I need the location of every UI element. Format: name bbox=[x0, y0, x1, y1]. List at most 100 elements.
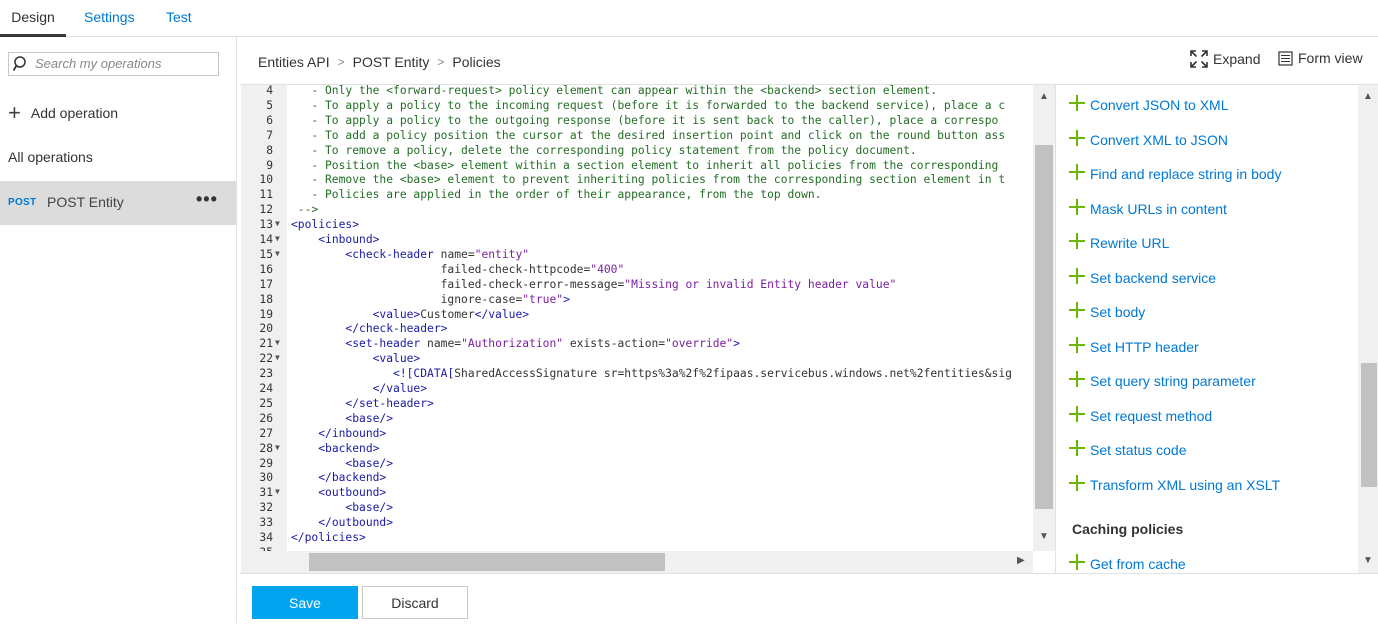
code-line[interactable]: 26 <base/> bbox=[241, 411, 1033, 426]
code-line[interactable]: 21 ▼ <set-header name="Authorization" exi… bbox=[241, 336, 1033, 351]
tab-test[interactable]: Test bbox=[166, 0, 192, 34]
code-text: - To apply a policy to the outgoing resp… bbox=[291, 113, 999, 127]
code-text: ignore-case="true"> bbox=[291, 292, 570, 306]
save-button[interactable]: Save bbox=[252, 586, 358, 619]
scroll-thumb[interactable] bbox=[309, 553, 665, 571]
code-line[interactable]: 32 <base/> bbox=[241, 500, 1033, 515]
code-line[interactable]: 11 - Policies are applied in the order o… bbox=[241, 187, 1033, 202]
code-line[interactable]: 14 ▼ <inbound> bbox=[241, 232, 1033, 247]
search-box bbox=[8, 52, 219, 76]
operation-item-post-entity[interactable]: POST POST Entity ••• bbox=[0, 181, 236, 225]
code-text: </outbound> bbox=[318, 516, 394, 530]
code-line[interactable]: 19 <value>Customer</value> bbox=[241, 307, 1033, 322]
code-line[interactable]: 18 ignore-case="true"> bbox=[241, 292, 1033, 307]
code-line[interactable]: 17 failed-check-error-message="Missing o… bbox=[241, 277, 1033, 292]
code-line[interactable]: 6 - To apply a policy to the outgoing re… bbox=[241, 113, 1033, 128]
fold-toggle-icon[interactable]: ▼ bbox=[275, 350, 280, 365]
policy-item[interactable]: Transform XML using an XSLT bbox=[1069, 474, 1280, 496]
policy-item[interactable]: Set request method bbox=[1069, 405, 1212, 427]
more-options-icon[interactable]: ••• bbox=[196, 189, 218, 210]
line-number: 7 bbox=[266, 128, 273, 142]
policy-code-editor[interactable]: 4 - Only the <forward-request> policy el… bbox=[241, 85, 1055, 573]
line-number: 22 bbox=[259, 352, 273, 366]
code-line[interactable]: 30 </backend> bbox=[241, 470, 1033, 485]
scroll-up-arrow-icon[interactable]: ▲ bbox=[1363, 91, 1373, 102]
add-policy-plus-icon bbox=[1069, 129, 1085, 146]
policy-item[interactable]: Set HTTP header bbox=[1069, 336, 1199, 358]
search-icon bbox=[13, 56, 26, 71]
policy-label: Set HTTP header bbox=[1090, 338, 1199, 355]
expand-button[interactable]: Expand bbox=[1190, 50, 1260, 68]
fold-toggle-icon[interactable]: ▼ bbox=[275, 440, 280, 455]
code-line[interactable]: 15 ▼ <check-header name="entity" bbox=[241, 247, 1033, 262]
tab-design[interactable]: Design bbox=[0, 0, 66, 37]
policy-item[interactable]: Set backend service bbox=[1069, 267, 1216, 289]
policy-item[interactable]: Convert JSON to XML bbox=[1069, 94, 1229, 116]
code-line[interactable]: 23 <![CDATA[SharedAccessSignature sr=htt… bbox=[241, 366, 1033, 381]
code-line[interactable]: 29 <base/> bbox=[241, 456, 1033, 471]
policy-item[interactable]: Find and replace string in body bbox=[1069, 163, 1281, 185]
code-line[interactable]: 4 - Only the <forward-request> policy el… bbox=[241, 85, 1033, 98]
policy-item[interactable]: Set status code bbox=[1069, 439, 1187, 461]
breadcrumb-operation[interactable]: POST Entity bbox=[353, 54, 430, 70]
search-input[interactable] bbox=[35, 55, 213, 72]
scroll-right-arrow-icon[interactable]: ▶ bbox=[1017, 555, 1025, 566]
code-line[interactable]: 31 ▼ <outbound> bbox=[241, 485, 1033, 500]
editor-vertical-scrollbar[interactable]: ▲ ▼ bbox=[1033, 85, 1055, 551]
policy-item[interactable]: Set body bbox=[1069, 301, 1146, 323]
fold-toggle-icon[interactable]: ▼ bbox=[275, 246, 280, 261]
line-number: 16 bbox=[259, 262, 273, 276]
code-line[interactable]: 20 </check-header> bbox=[241, 321, 1033, 336]
editor-footer: Save Discard bbox=[240, 573, 1378, 624]
code-line[interactable]: 10 - Remove the <base> element to preven… bbox=[241, 172, 1033, 187]
code-line[interactable]: 27 </inbound> bbox=[241, 426, 1033, 441]
form-view-button[interactable]: Form view bbox=[1278, 50, 1363, 66]
code-line[interactable]: 24 </value> bbox=[241, 381, 1033, 396]
line-number: 5 bbox=[266, 98, 273, 112]
code-text: failed-check-httpcode="400" bbox=[291, 262, 625, 276]
add-operation-button[interactable]: + Add operation bbox=[8, 101, 118, 125]
fold-toggle-icon[interactable]: ▼ bbox=[275, 335, 280, 350]
code-line[interactable]: 25 </set-header> bbox=[241, 396, 1033, 411]
policy-snippets-panel: Convert JSON to XML Convert XML to JSON Fi… bbox=[1055, 85, 1378, 573]
scroll-thumb[interactable] bbox=[1361, 363, 1377, 487]
fold-toggle-icon[interactable]: ▼ bbox=[275, 231, 280, 246]
code-line[interactable]: 5 - To apply a policy to the incoming re… bbox=[241, 98, 1033, 113]
policy-item[interactable]: Mask URLs in content bbox=[1069, 198, 1227, 220]
code-area[interactable]: 4 - Only the <forward-request> policy el… bbox=[241, 85, 1033, 551]
code-line[interactable]: 28 ▼ <backend> bbox=[241, 441, 1033, 456]
add-policy-plus-icon bbox=[1069, 95, 1085, 111]
code-line[interactable]: 33 </outbound> bbox=[241, 515, 1033, 530]
code-line[interactable]: 9 - Position the <base> element within a… bbox=[241, 158, 1033, 173]
add-policy-plus-icon bbox=[1069, 474, 1085, 491]
code-line[interactable]: 16 failed-check-httpcode="400" bbox=[241, 262, 1033, 277]
scroll-up-arrow-icon[interactable]: ▲ bbox=[1039, 91, 1049, 102]
fold-toggle-icon[interactable]: ▼ bbox=[275, 216, 280, 231]
scroll-down-arrow-icon[interactable]: ▼ bbox=[1363, 555, 1373, 566]
panel-vertical-scrollbar[interactable]: ▲ ▼ bbox=[1358, 85, 1378, 573]
discard-button[interactable]: Discard bbox=[362, 586, 468, 619]
expand-icon bbox=[1190, 50, 1208, 68]
code-line[interactable]: 7 - To add a policy position the cursor … bbox=[241, 128, 1033, 143]
policy-label: Set body bbox=[1090, 304, 1146, 320]
editor-horizontal-scrollbar[interactable]: ▶ bbox=[287, 551, 1033, 573]
all-operations-link[interactable]: All operations bbox=[8, 149, 93, 165]
fold-toggle-icon[interactable]: ▼ bbox=[275, 484, 280, 499]
code-line[interactable]: 13 ▼ <policies> bbox=[241, 217, 1033, 232]
scroll-down-arrow-icon[interactable]: ▼ bbox=[1039, 531, 1049, 542]
code-line[interactable]: 12 --> bbox=[241, 202, 1033, 217]
scroll-thumb[interactable] bbox=[1035, 145, 1053, 509]
line-number: 8 bbox=[266, 143, 273, 157]
code-text: - To add a policy position the cursor at… bbox=[291, 128, 1006, 142]
policy-item[interactable]: Rewrite URL bbox=[1069, 232, 1169, 254]
breadcrumb-policies: Policies bbox=[452, 54, 501, 70]
code-line[interactable]: 22 ▼ <value> bbox=[241, 351, 1033, 366]
tab-settings[interactable]: Settings bbox=[84, 0, 135, 34]
policy-item[interactable]: Convert XML to JSON bbox=[1069, 129, 1228, 151]
code-line[interactable]: 34 </policies> bbox=[241, 530, 1033, 545]
code-line[interactable]: 8 - To remove a policy, delete the corre… bbox=[241, 143, 1033, 158]
policy-item[interactable]: Set query string parameter bbox=[1069, 370, 1256, 392]
policy-get-from-cache[interactable]: Get from cache bbox=[1069, 553, 1186, 573]
breadcrumb-api[interactable]: Entities API bbox=[258, 54, 330, 70]
plus-icon: + bbox=[8, 100, 21, 125]
